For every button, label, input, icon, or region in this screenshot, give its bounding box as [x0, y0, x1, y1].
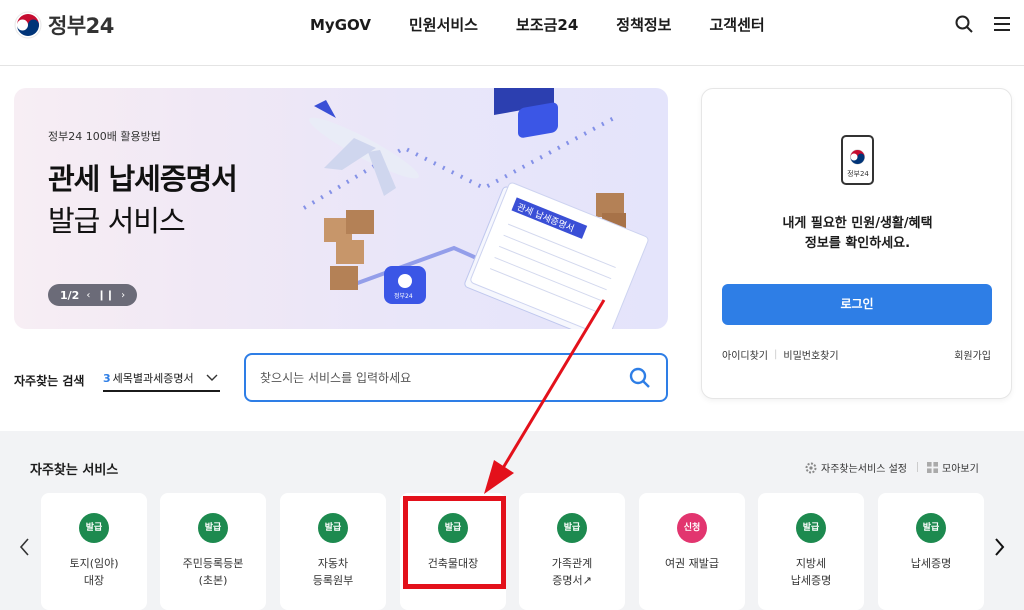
- service-label: 지방세 납세증명: [790, 557, 832, 587]
- service-card-local-tax-certificate[interactable]: 발급 지방세 납세증명: [758, 493, 864, 610]
- issue-badge: 발급: [557, 513, 587, 543]
- service-card-land-register[interactable]: 발급 토지(임야) 대장: [41, 493, 147, 610]
- signup-link[interactable]: 회원가입: [954, 347, 991, 362]
- banner-title-line1: 관세 납세증명서: [48, 162, 238, 196]
- issue-badge: 발급: [318, 513, 348, 543]
- divider: [917, 462, 918, 472]
- apply-badge: 신청: [677, 513, 707, 543]
- search-box: [244, 353, 668, 402]
- banner-illustration: 관세 납세증명서 정부24: [302, 88, 649, 329]
- service-card-vehicle-register[interactable]: 발급 자동차 등록원부: [280, 493, 386, 610]
- issue-badge: 발급: [438, 513, 468, 543]
- gear-icon: [805, 462, 817, 473]
- login-links: 아이디찾기 | 비밀번호찾기: [722, 347, 839, 362]
- login-message: 내게 필요한 민원/생활/혜택 정보를 확인하세요.: [702, 214, 1013, 254]
- banner-subtitle: 정부24 100배 활용방법: [48, 130, 161, 143]
- frequent-search-value: 세목별과세증명서: [112, 372, 194, 385]
- top-icons: [954, 14, 1012, 34]
- service-card-family-certificate[interactable]: 발급 가족관계 증명서↗: [519, 493, 625, 610]
- nav-civil-service[interactable]: 민원서비스: [409, 14, 478, 36]
- nav-mygov[interactable]: MyGOV: [310, 14, 371, 36]
- seal-label: 정부24: [394, 293, 413, 300]
- service-label: 여권 재발급: [664, 557, 720, 570]
- login-message-line1: 내게 필요한 민원/생활/혜택: [782, 216, 933, 231]
- frequent-search-label: 자주찾는 검색: [14, 374, 85, 388]
- services-settings-link[interactable]: 자주찾는서비스 설정: [805, 460, 907, 475]
- login-button[interactable]: 로그인: [722, 284, 992, 325]
- service-card-tax-certificate[interactable]: 발급 납세증명: [878, 493, 984, 610]
- issue-badge: 발급: [796, 513, 826, 543]
- site-logo[interactable]: 정부24: [14, 10, 114, 40]
- top-navigation-bar: 정부24 MyGOV 민원서비스 보조금24 정책정보 고객센터: [0, 0, 1024, 66]
- view-all-label: 모아보기: [942, 464, 979, 475]
- frequent-services-section: 자주찾는 서비스 자주찾는서비스 설정 모아보기 발급 토지(임야) 대장 발급…: [0, 431, 1024, 610]
- issue-badge: 발급: [198, 513, 228, 543]
- airplane-icon: [309, 100, 419, 196]
- service-label: 자동차 등록원부: [312, 557, 354, 587]
- pager-count: 1/2: [60, 288, 80, 302]
- nav-policy[interactable]: 정책정보: [616, 14, 671, 36]
- view-all-link[interactable]: 모아보기: [927, 460, 979, 475]
- service-label: 토지(임야) 대장: [69, 557, 119, 587]
- search-icon[interactable]: [628, 366, 652, 390]
- service-label: 주민등록등본 (초본): [182, 557, 244, 587]
- service-card-passport-reissue[interactable]: 신청 여권 재발급: [639, 493, 745, 610]
- pause-icon[interactable]: ❙❙: [97, 290, 114, 301]
- find-id-link[interactable]: 아이디찾기: [722, 347, 768, 362]
- nav-subsidy[interactable]: 보조금24: [516, 14, 578, 36]
- login-message-line2: 정보를 확인하세요.: [804, 236, 911, 251]
- grid-icon: [927, 462, 938, 473]
- frequent-search-rank: 3: [103, 371, 111, 385]
- search-input[interactable]: [260, 367, 600, 389]
- frequent-services-title: 자주찾는 서비스: [30, 463, 119, 478]
- service-label: 건축물대장: [427, 557, 479, 570]
- prev-slide-icon[interactable]: ‹: [86, 290, 90, 301]
- search-icon[interactable]: [954, 14, 974, 34]
- menu-icon[interactable]: [992, 14, 1012, 34]
- services-settings-label: 자주찾는서비스 설정: [821, 464, 907, 475]
- chevron-left-icon[interactable]: [17, 537, 33, 557]
- login-panel: 정부24 내게 필요한 민원/생활/혜택 정보를 확인하세요. 로그인 아이디찾…: [701, 88, 1012, 399]
- mobile-app-icon: 정부24: [841, 135, 874, 185]
- service-label: 가족관계 증명서↗: [551, 557, 593, 587]
- nav-customer-center[interactable]: 고객센터: [709, 14, 764, 36]
- chevron-right-icon[interactable]: [991, 537, 1007, 557]
- logo-text: 정부24: [48, 14, 114, 38]
- service-card-building-register[interactable]: 발급 건축물대장: [400, 493, 506, 610]
- banner-pager: 1/2 ‹ ❙❙ ›: [48, 284, 137, 306]
- link-separator: |: [774, 349, 778, 360]
- issue-badge: 발급: [79, 513, 109, 543]
- next-slide-icon[interactable]: ›: [121, 290, 125, 301]
- frequent-search-select[interactable]: 3 세목별과세증명서: [103, 366, 220, 392]
- service-label: 납세증명: [910, 557, 952, 570]
- find-password-link[interactable]: 비밀번호찾기: [783, 347, 838, 362]
- taegeuk-logo-icon: [14, 11, 42, 39]
- service-card-resident-register[interactable]: 발급 주민등록등본 (초본): [160, 493, 266, 610]
- main-nav: MyGOV 민원서비스 보조금24 정책정보 고객센터: [310, 14, 803, 36]
- issue-badge: 발급: [916, 513, 946, 543]
- banner-title-line2: 발급 서비스: [48, 204, 186, 238]
- app-label: 정부24: [847, 170, 869, 178]
- promo-banner[interactable]: 정부24 100배 활용방법 관세 납세증명서 발급 서비스 1/2 ‹ ❙❙ …: [14, 88, 668, 329]
- chevron-down-icon: [206, 374, 218, 381]
